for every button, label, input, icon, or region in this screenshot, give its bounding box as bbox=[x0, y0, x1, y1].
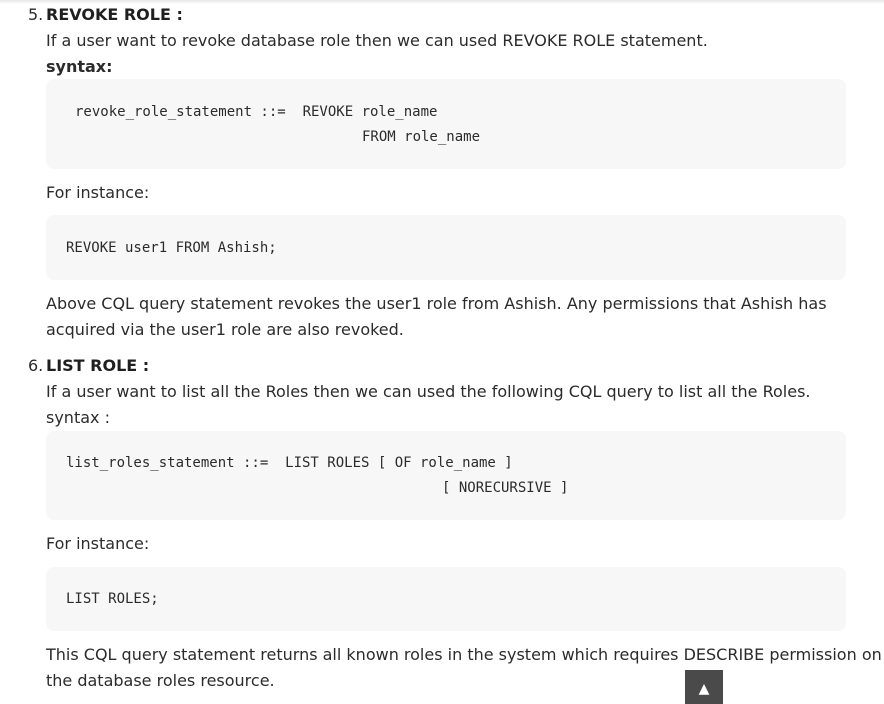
heading-list-role: LIST ROLE : bbox=[46, 356, 150, 375]
code-line: revoke_role_statement ::= REVOKE role_na… bbox=[75, 104, 438, 120]
arrow-up-icon: ▲ bbox=[698, 681, 710, 697]
list-explanation-line: the database roles resource. bbox=[46, 671, 275, 690]
list-example-code-block: LIST ROLES; bbox=[46, 567, 846, 631]
code-line: list_roles_statement ::= LIST ROLES [ OF… bbox=[66, 455, 513, 471]
instance-label: For instance: bbox=[46, 534, 150, 553]
code-line: FROM role_name bbox=[362, 129, 481, 145]
code-line: REVOKE user1 FROM Ashish; bbox=[66, 240, 277, 256]
list-number-5: 5. bbox=[28, 5, 44, 24]
revoke-syntax-code-block: revoke_role_statement ::= REVOKE role_na… bbox=[46, 79, 846, 169]
code-line: LIST ROLES; bbox=[66, 591, 159, 607]
list-number-6: 6. bbox=[28, 356, 44, 375]
revoke-explanation-line: Above CQL query statement revokes the us… bbox=[46, 294, 827, 313]
list-syntax-code-block: list_roles_statement ::= LIST ROLES [ OF… bbox=[46, 431, 846, 520]
revoke-explanation-line: acquired via the user1 role are also rev… bbox=[46, 320, 404, 339]
revoke-role-description: If a user want to revoke database role t… bbox=[46, 31, 708, 50]
heading-revoke-role: REVOKE ROLE : bbox=[46, 5, 183, 24]
list-explanation-line: This CQL query statement returns all kno… bbox=[46, 645, 882, 664]
instance-label: For instance: bbox=[46, 183, 150, 202]
scroll-to-top-button[interactable]: ▲ bbox=[685, 670, 723, 704]
syntax-label: syntax : bbox=[46, 408, 110, 427]
list-role-description: If a user want to list all the Roles the… bbox=[46, 382, 811, 401]
code-line: [ NORECURSIVE ] bbox=[442, 480, 569, 496]
revoke-example-code-block: REVOKE user1 FROM Ashish; bbox=[46, 215, 846, 280]
syntax-label: syntax: bbox=[46, 57, 113, 76]
